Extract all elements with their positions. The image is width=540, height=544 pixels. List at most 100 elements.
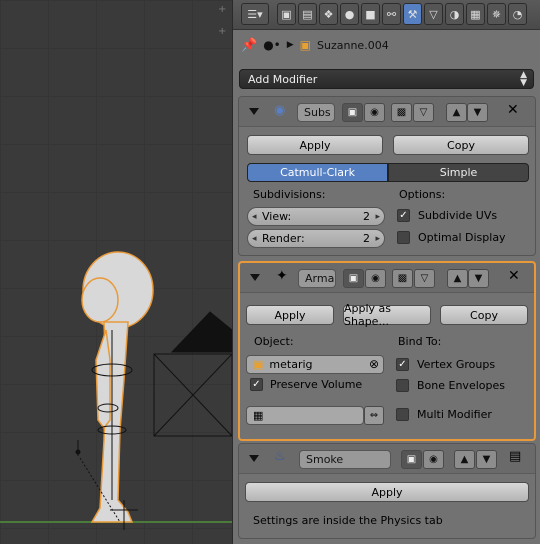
- object-tab[interactable]: ■: [361, 3, 380, 25]
- world-icon: ●: [344, 7, 355, 21]
- render-toggle-camera-icon[interactable]: ▣: [343, 269, 364, 288]
- bone-envelopes-label: Bone Envelopes: [417, 379, 505, 392]
- move-down-icon[interactable]: ▼: [468, 269, 489, 288]
- add-modifier-label: Add Modifier: [248, 72, 318, 86]
- subdivide-uvs-checkbox[interactable]: ✓: [397, 209, 410, 222]
- render-toggle-camera-icon[interactable]: ▣: [342, 103, 363, 122]
- armature-modifier-panel: ✦ Arma ▣ ◉ ▩ ▽ ▲ ▼ ✕ Apply Apply as Shap…: [238, 261, 536, 441]
- data-tab[interactable]: ▽: [424, 3, 443, 25]
- constraints-tab[interactable]: ⚯: [382, 3, 401, 25]
- catmull-clark-option[interactable]: Catmull-Clark: [247, 163, 388, 182]
- material-tab[interactable]: ◑: [445, 3, 464, 25]
- editor-type-menu[interactable]: ☰▾: [241, 3, 269, 25]
- breadcrumb-object-name: Suzanne.004: [317, 38, 389, 52]
- simple-option[interactable]: Simple: [388, 163, 529, 182]
- smoke-name-field[interactable]: Smoke: [299, 450, 391, 469]
- render-levels-label: Render:: [262, 232, 305, 245]
- object-icon: ■: [365, 7, 376, 21]
- properties-editor: ☰▾ ▣ ▤ ❖ ● ■ ⚯ ⚒ ▽ ◑ ▦ ✵ ◔ 📌 ●• ▶ ▣ Suzanne.004 Add…: [232, 0, 540, 544]
- bind-to-label: Bind To:: [398, 335, 442, 348]
- breadcrumb: 📌 ●• ▶ ▣ Suzanne.004: [233, 30, 540, 60]
- properties-header: ☰▾ ▣ ▤ ❖ ● ■ ⚯ ⚒ ▽ ◑ ▦ ✵ ◔: [233, 0, 540, 30]
- modifier-options-icon[interactable]: ▤: [509, 449, 521, 464]
- scene-object-icon: ●•: [263, 38, 281, 52]
- optimal-display-label: Optimal Display: [418, 231, 506, 244]
- armature-apply-button[interactable]: Apply: [246, 305, 334, 325]
- subdivisions-label: Subdivisions:: [253, 188, 326, 201]
- subdivide-uvs-label: Subdivide UVs: [418, 209, 498, 222]
- smoke-modifier-panel: ♨ Smoke ▣ ◉ ▲ ▼ ▤ Apply Settings are ins…: [238, 443, 536, 539]
- material-icon: ◑: [449, 7, 460, 21]
- editmode-toggle-icon[interactable]: ▩: [391, 103, 412, 122]
- smoke-apply-button[interactable]: Apply: [245, 482, 529, 502]
- armature-copy-button[interactable]: Copy: [440, 305, 528, 325]
- pin-icon[interactable]: 📌: [241, 38, 257, 53]
- 3d-viewport[interactable]: + +: [0, 0, 232, 544]
- subsurf-apply-button[interactable]: Apply: [247, 135, 383, 155]
- vertex-groups-label: Vertex Groups: [417, 358, 496, 371]
- armature-object-value: metarig: [269, 358, 313, 371]
- move-up-icon[interactable]: ▲: [446, 103, 467, 122]
- add-modifier-dropdown[interactable]: Add Modifier ▲ ▼: [239, 69, 534, 89]
- vertex-groups-checkbox[interactable]: ✓: [396, 358, 409, 371]
- svg-text:+: +: [218, 4, 226, 15]
- invert-vertex-group-icon[interactable]: ⇔: [364, 406, 384, 425]
- render-toggle-camera-icon[interactable]: ▣: [401, 450, 422, 469]
- preserve-volume-checkbox[interactable]: ✓: [250, 378, 263, 391]
- smoke-apply-label: Apply: [371, 485, 403, 499]
- collapse-triangle-icon[interactable]: [249, 455, 259, 462]
- subsurf-name-field[interactable]: Subs: [297, 103, 335, 122]
- subsurf-apply-label: Apply: [299, 138, 331, 152]
- viewport-toggle-eye-icon[interactable]: ◉: [365, 269, 386, 288]
- world-tab[interactable]: ●: [340, 3, 359, 25]
- armature-object-field[interactable]: ▣ metarig ⊗: [246, 355, 384, 374]
- physics-icon: ◔: [512, 7, 523, 21]
- wireframe-cube: [153, 311, 232, 437]
- smoke-icon: ♨: [274, 449, 286, 464]
- subsurf-copy-button[interactable]: Copy: [393, 135, 529, 155]
- move-up-icon[interactable]: ▲: [447, 269, 468, 288]
- smoke-name: Smoke: [306, 453, 344, 466]
- viewport-toggle-eye-icon[interactable]: ◉: [364, 103, 385, 122]
- move-down-icon[interactable]: ▼: [467, 103, 488, 122]
- subsurf-icon: ◉: [274, 103, 286, 118]
- collapse-triangle-icon[interactable]: [249, 108, 259, 115]
- render-tab[interactable]: ▣: [277, 3, 296, 25]
- armature-apply-label: Apply: [274, 308, 306, 322]
- multi-modifier-checkbox[interactable]: [396, 408, 409, 421]
- remove-modifier-icon[interactable]: ✕: [507, 102, 519, 118]
- clear-field-icon[interactable]: ⊗: [369, 357, 379, 371]
- armature-name-field[interactable]: Arma: [298, 269, 336, 288]
- vertex-group-icon: ▦: [253, 409, 264, 422]
- move-down-icon[interactable]: ▼: [476, 450, 497, 469]
- move-up-icon[interactable]: ▲: [454, 450, 475, 469]
- bone-envelopes-checkbox[interactable]: [396, 379, 409, 392]
- render-levels-field[interactable]: Render: 2: [247, 229, 385, 248]
- cage-toggle-icon[interactable]: ▽: [413, 103, 434, 122]
- apply-as-shape-label: Apply as Shape...: [344, 302, 392, 328]
- view-levels-field[interactable]: View: 2: [247, 207, 385, 226]
- cage-toggle-icon[interactable]: ▽: [414, 269, 435, 288]
- collapse-triangle-icon[interactable]: [250, 274, 260, 281]
- subsurf-name: Subs: [304, 106, 331, 119]
- view-levels-label: View:: [262, 210, 292, 223]
- armature-icon: ✦: [276, 268, 288, 284]
- render-layers-tab[interactable]: ▤: [298, 3, 317, 25]
- smoke-info-text: Settings are inside the Physics tab: [253, 514, 443, 527]
- catmull-clark-label: Catmull-Clark: [280, 166, 355, 179]
- svg-text:+: +: [218, 26, 226, 37]
- subsurf-modifier-panel: ◉ Subs ▣ ◉ ▩ ▽ ▲ ▼ ✕ Apply Copy Catmull-…: [238, 96, 536, 256]
- modifiers-tab[interactable]: ⚒: [403, 3, 422, 25]
- object-cube-icon: ▣: [299, 38, 312, 52]
- physics-tab[interactable]: ◔: [508, 3, 527, 25]
- viewport-toggle-eye-icon[interactable]: ◉: [423, 450, 444, 469]
- scene-tab[interactable]: ❖: [319, 3, 338, 25]
- particles-tab[interactable]: ✵: [487, 3, 506, 25]
- view-levels-value: 2: [363, 210, 370, 223]
- apply-as-shape-button[interactable]: Apply as Shape...: [343, 302, 431, 328]
- remove-modifier-icon[interactable]: ✕: [508, 268, 520, 284]
- texture-tab[interactable]: ▦: [466, 3, 485, 25]
- optimal-display-checkbox[interactable]: [397, 231, 410, 244]
- editmode-toggle-icon[interactable]: ▩: [392, 269, 413, 288]
- vertex-group-field[interactable]: ▦: [246, 406, 364, 425]
